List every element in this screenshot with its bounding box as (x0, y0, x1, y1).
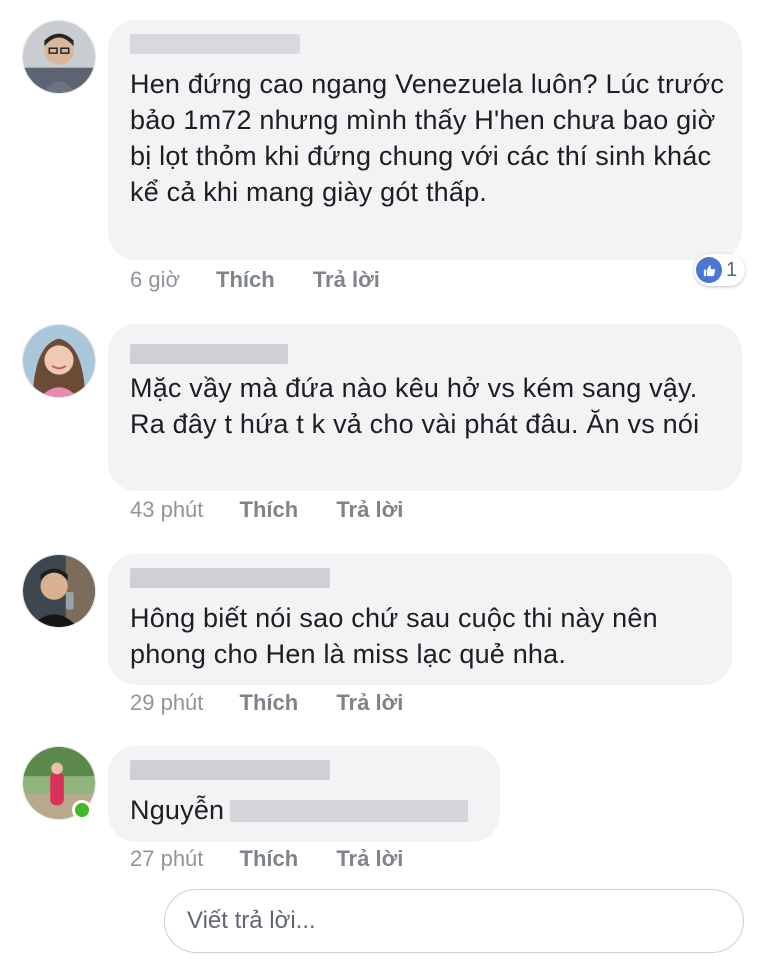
mention-text[interactable]: Nguyễn (130, 795, 224, 825)
like-link[interactable]: Thích (216, 266, 275, 294)
like-link[interactable]: Thích (240, 496, 299, 524)
author-name-redacted[interactable] (130, 344, 288, 364)
reply-input[interactable] (187, 890, 707, 952)
avatar-photo (23, 555, 95, 627)
comment-actions: 6 giờ Thích Trả lời (130, 266, 412, 294)
comment-actions: 27 phút Thích Trả lời (130, 845, 435, 873)
comment-bubble: Nguyễn (108, 746, 500, 842)
comment-actions: 43 phút Thích Trả lời (130, 496, 435, 524)
comment-bubble: Hen đứng cao ngang Venezuela luôn? Lúc t… (108, 20, 742, 260)
online-status-indicator (72, 800, 92, 820)
avatar[interactable] (22, 20, 96, 94)
reply-link[interactable]: Trả lời (336, 845, 403, 873)
comment-timestamp[interactable]: 27 phút (130, 845, 203, 873)
thumbs-up-icon (696, 257, 722, 283)
avatar[interactable] (22, 324, 96, 398)
comment-text: Hen đứng cao ngang Venezuela luôn? Lúc t… (130, 69, 725, 207)
like-link[interactable]: Thích (240, 845, 299, 873)
comment-actions: 29 phút Thích Trả lời (130, 689, 435, 717)
avatar-photo (23, 325, 95, 397)
comment-timestamp[interactable]: 29 phút (130, 689, 203, 717)
comment-text: Mặc vầy mà đứa nào kêu hở vs kém sang vậ… (130, 373, 700, 439)
reaction-count: 1 (726, 258, 738, 281)
reply-link[interactable]: Trả lời (313, 266, 380, 294)
reply-box[interactable] (164, 889, 744, 953)
author-name-redacted[interactable] (130, 568, 330, 588)
reaction-summary[interactable]: 1 (694, 254, 746, 286)
author-name-redacted[interactable] (130, 760, 330, 780)
reply-link[interactable]: Trả lời (336, 689, 403, 717)
mention-redacted[interactable] (230, 800, 469, 822)
comment-timestamp[interactable]: 43 phút (130, 496, 203, 524)
avatar-photo (23, 21, 95, 93)
comment-text: Nguyễn (130, 792, 484, 828)
author-name-redacted[interactable] (130, 34, 300, 54)
comment-text: Hông biết nói sao chứ sau cuộc thi này n… (130, 603, 658, 669)
reply-link[interactable]: Trả lời (336, 496, 403, 524)
comment-timestamp[interactable]: 6 giờ (130, 266, 180, 294)
like-link[interactable]: Thích (240, 689, 299, 717)
avatar[interactable] (22, 554, 96, 628)
comment-bubble: Mặc vầy mà đứa nào kêu hở vs kém sang vậ… (108, 324, 742, 491)
comment-bubble: Hông biết nói sao chứ sau cuộc thi này n… (108, 554, 732, 685)
comment-thread: Hen đứng cao ngang Venezuela luôn? Lúc t… (0, 0, 768, 960)
